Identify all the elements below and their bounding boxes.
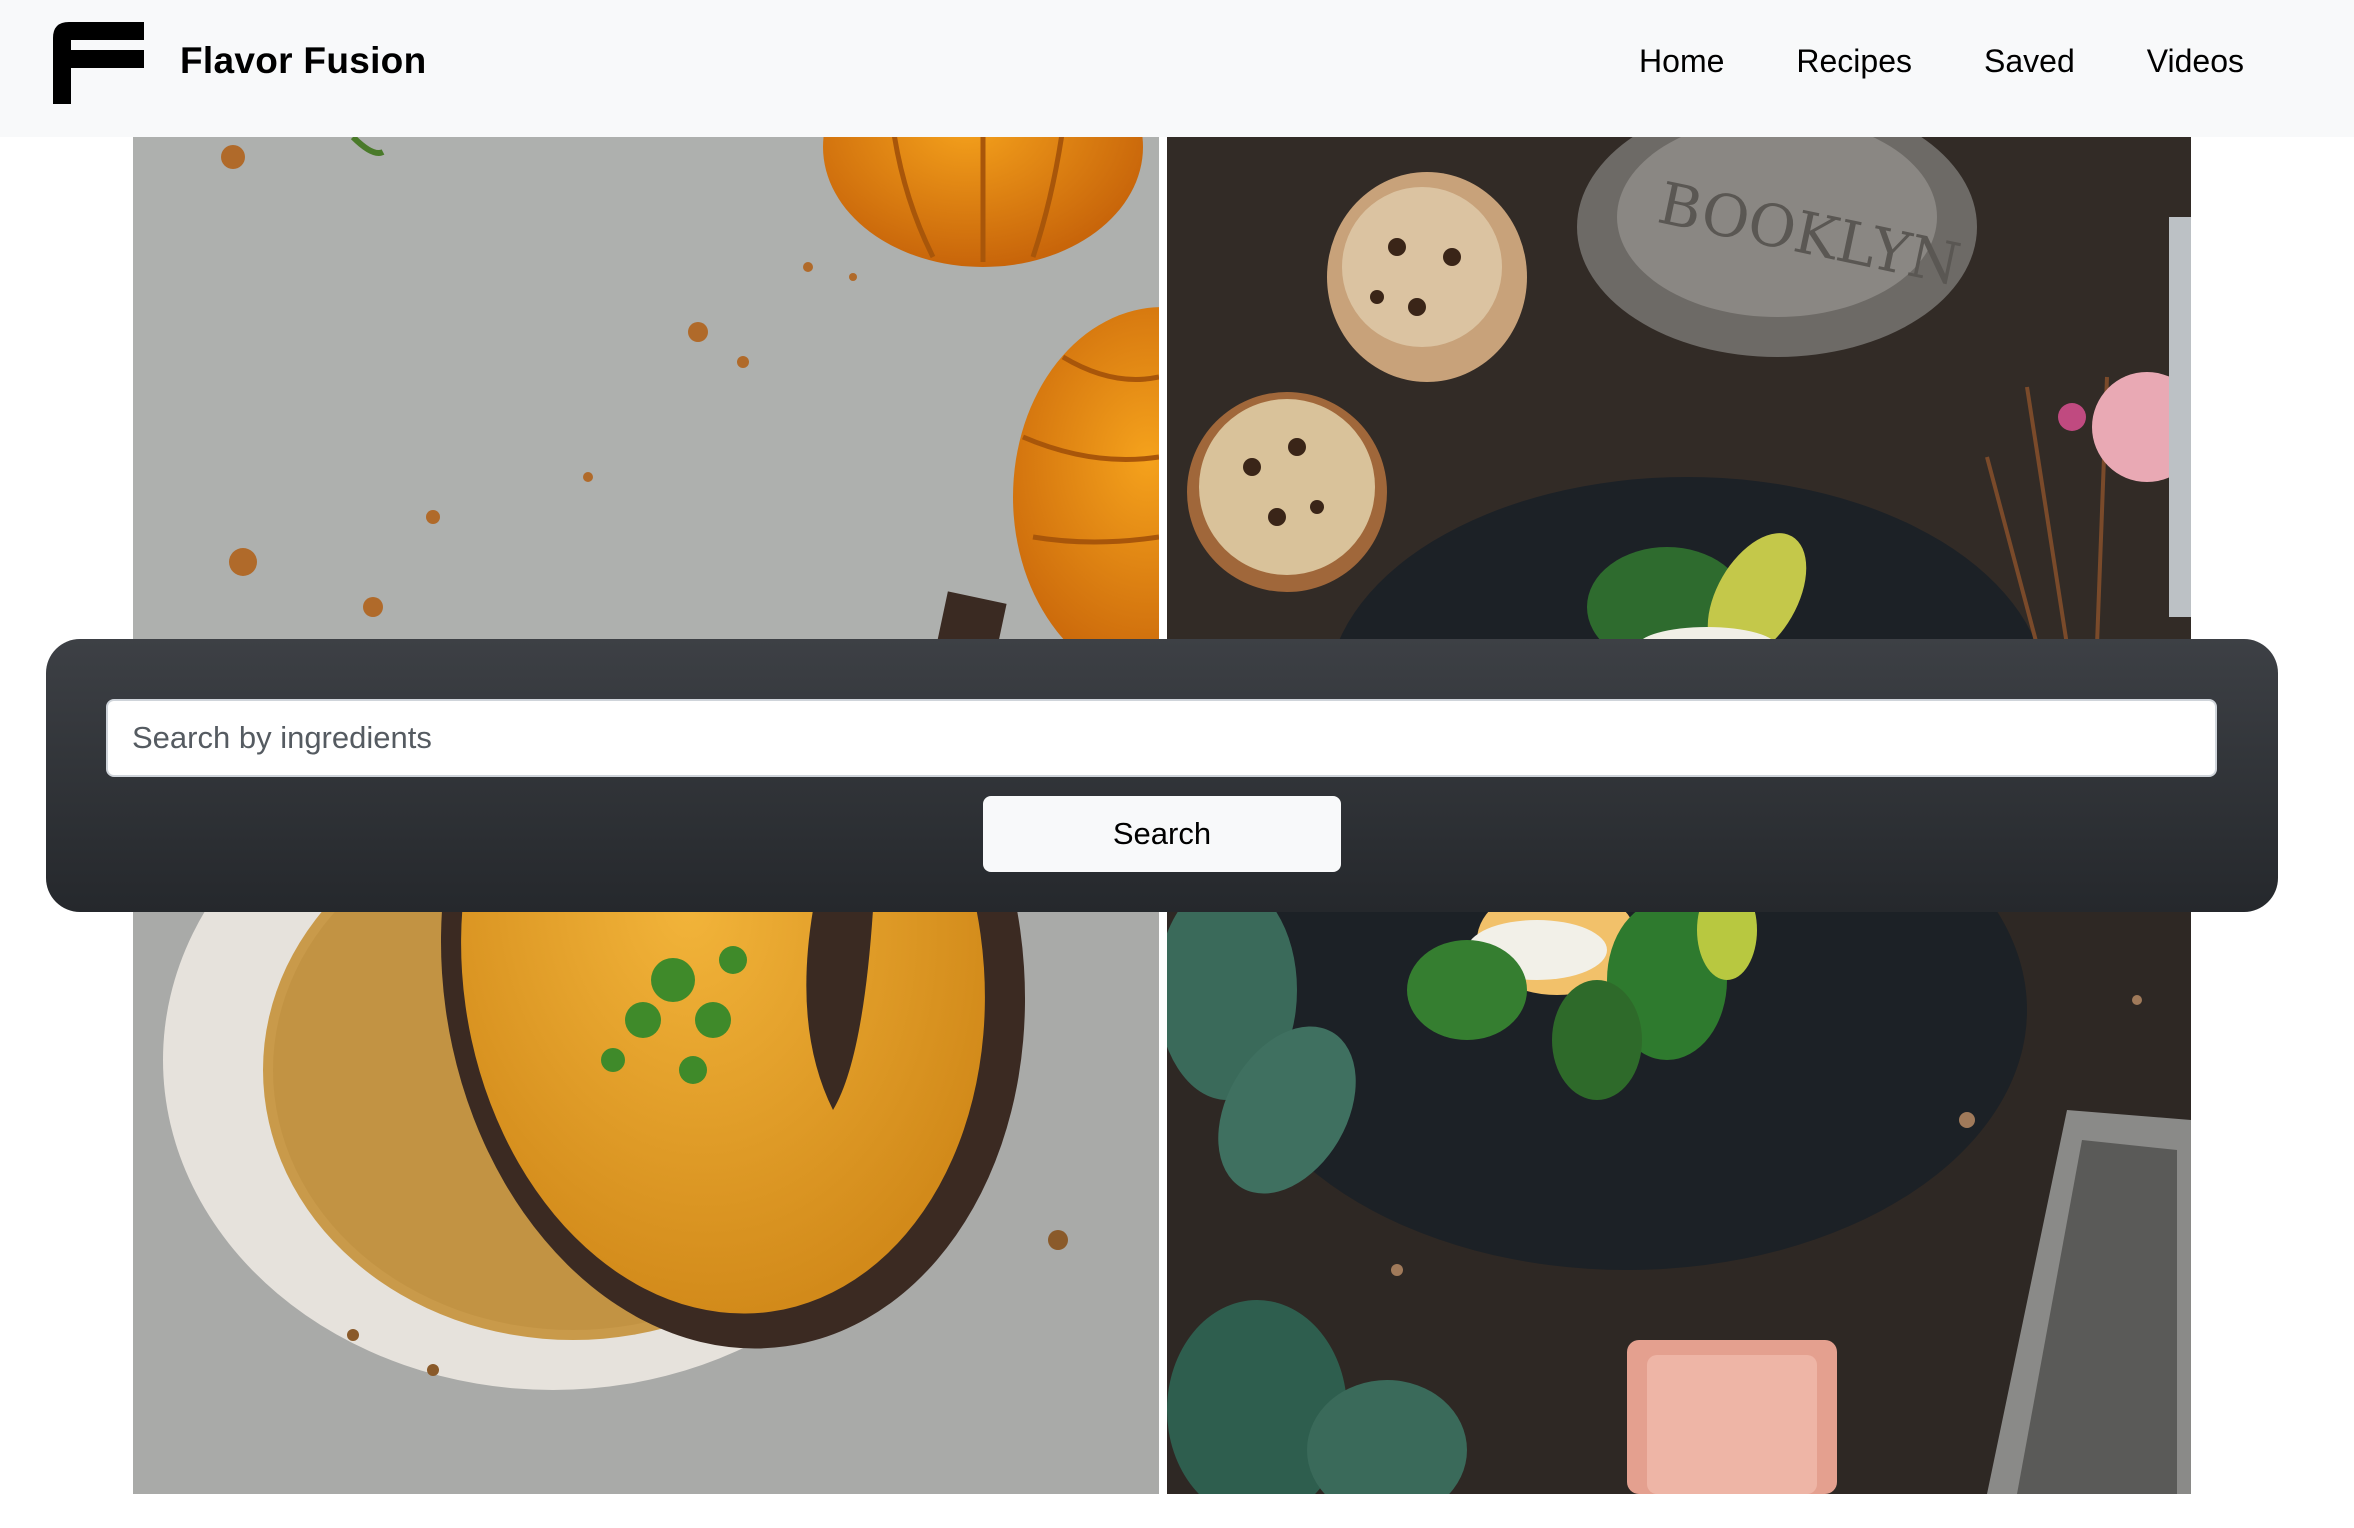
pumpkin-soup-photo-top xyxy=(133,137,1159,645)
nav-item-videos[interactable]: Videos xyxy=(2147,43,2244,80)
navbar: Flavor Fusion Home Recipes Saved Videos xyxy=(0,0,2354,137)
brand-name: Flavor Fusion xyxy=(180,40,427,81)
main-nav: Home Recipes Saved Videos xyxy=(1639,0,2244,122)
nav-item-home[interactable]: Home xyxy=(1639,43,1724,80)
avocado-toast-photo-top: BOOKLYN xyxy=(1167,137,2191,645)
pumpkin-soup-photo-bottom xyxy=(133,910,1159,1494)
nav-item-recipes[interactable]: Recipes xyxy=(1796,43,1912,80)
nav-item-saved[interactable]: Saved xyxy=(1984,43,2075,80)
search-button[interactable]: Search xyxy=(983,796,1341,872)
ingredient-search-panel: Search xyxy=(46,639,2278,912)
ingredient-search-input[interactable] xyxy=(106,699,2217,777)
brand-link[interactable]: Flavor Fusion xyxy=(44,18,426,104)
avocado-toast-photo-bottom xyxy=(1167,910,2191,1494)
letter-f-logo-icon xyxy=(53,22,144,104)
